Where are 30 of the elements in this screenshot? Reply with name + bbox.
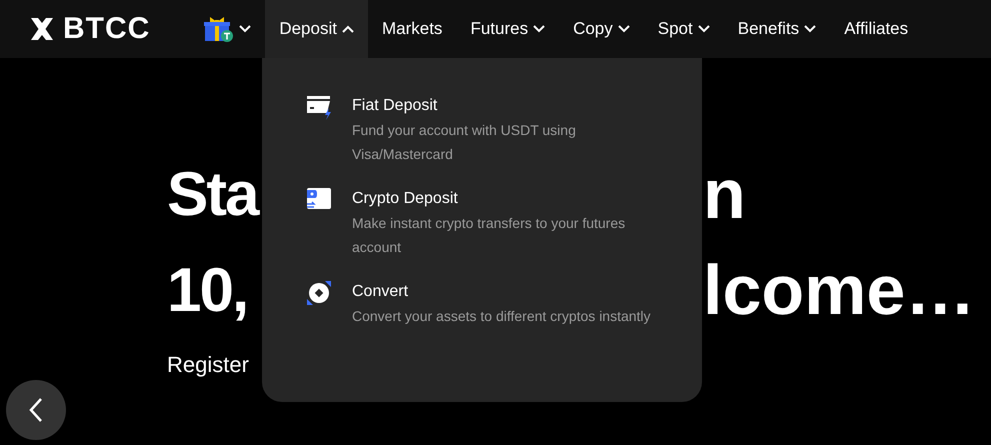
nav-menu-item[interactable]: Spot [644, 0, 724, 58]
nav-menu-item[interactable]: Futures [456, 0, 560, 58]
menu-item-title[interactable]: Convert [352, 280, 657, 304]
menu-item-title[interactable]: Fiat Deposit [352, 94, 657, 118]
nav-link[interactable]: Affiliates [830, 0, 922, 58]
caret-icon [698, 25, 710, 33]
caret-icon [804, 25, 816, 33]
menu-item-title[interactable]: Crypto Deposit [352, 187, 657, 211]
menu-item-description: Convert your assets to different cryptos instantly [352, 307, 652, 326]
menu-item-description: Fund your account with USDT using Visa/Mastercard [352, 121, 577, 164]
caret-icon [618, 25, 630, 33]
wallet-icon [306, 187, 332, 211]
logo-text: BTCC [63, 12, 150, 46]
hero-heading: Sta [167, 158, 258, 230]
nav-link[interactable]: Markets [368, 0, 456, 58]
nav-menu-item[interactable]: Deposit [265, 0, 368, 58]
nav-menu-item[interactable]: Copy [559, 0, 644, 58]
hero-subtitle: Register [167, 352, 250, 378]
menu-item-description: Make instant crypto transfers to your futures account [352, 214, 626, 257]
caret-icon [239, 25, 252, 33]
convert-icon [306, 280, 332, 306]
gift-icon [204, 16, 234, 42]
hero-heading: n [703, 154, 747, 234]
caret-icon [342, 25, 354, 33]
card-icon [306, 94, 332, 120]
hero-heading: 10, [167, 254, 248, 326]
nav-menu-item[interactable]: Benefits [724, 0, 830, 58]
caret-icon [533, 25, 546, 33]
chevron-left-icon [28, 397, 44, 423]
hero-heading: lcome… [703, 250, 976, 330]
